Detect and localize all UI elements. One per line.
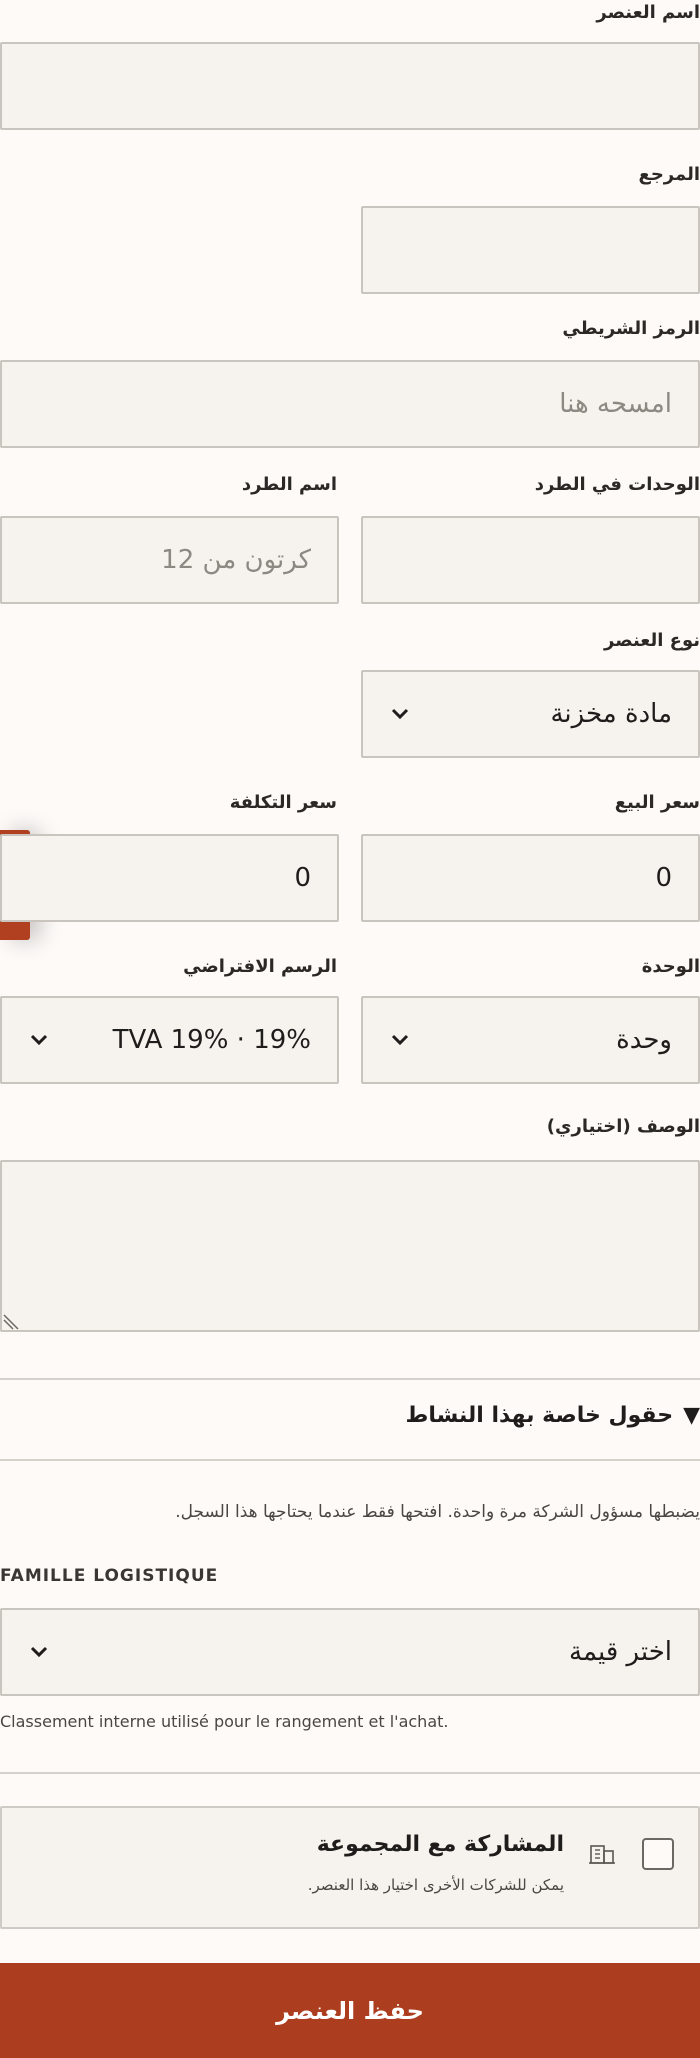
chevron-down-icon xyxy=(28,1029,50,1051)
resize-handle-icon[interactable] xyxy=(3,1314,19,1330)
item-type-label: نوع العنصر xyxy=(604,630,700,651)
barcode-label: الرمز الشريطي xyxy=(562,318,700,339)
famille-select[interactable]: اختر قيمة xyxy=(0,1608,700,1696)
reference-input[interactable] xyxy=(361,206,700,294)
sale-price-input[interactable]: 0 xyxy=(361,834,700,922)
cost-price-input[interactable]: 0 xyxy=(0,834,339,922)
unit-value: وحدة xyxy=(616,1025,672,1055)
activity-section-title: حقول خاصة بهذا النشاط xyxy=(405,1403,674,1428)
share-divider xyxy=(0,1772,700,1774)
famille-label: FAMILLE LOGISTIQUE xyxy=(0,1566,219,1586)
unit-select[interactable]: وحدة xyxy=(361,996,700,1084)
item-type-value: مادة مخزنة xyxy=(550,699,672,729)
item-name-input[interactable] xyxy=(0,42,700,130)
units-per-package-label: الوحدات في الطرد xyxy=(534,474,700,495)
share-subtitle: يمكن للشركات الأخرى اختيار هذا العنصر. xyxy=(307,1876,564,1894)
package-name-label: اسم الطرد xyxy=(241,474,337,495)
sale-price-value: 0 xyxy=(655,863,672,893)
default-tax-select[interactable]: TVA 19% · 19% xyxy=(0,996,339,1084)
building-icon xyxy=(588,1838,616,1866)
item-type-select[interactable]: مادة مخزنة xyxy=(361,670,700,758)
section-divider-bottom xyxy=(0,1459,700,1461)
chevron-down-icon xyxy=(389,703,411,725)
default-tax-label: الرسم الافتراضي xyxy=(183,956,337,977)
item-name-label: اسم العنصر xyxy=(596,2,700,23)
description-label: الوصف (اختياري) xyxy=(546,1116,700,1137)
share-title: المشاركة مع المجموعة xyxy=(316,1832,564,1857)
package-name-placeholder: كرتون من 12 xyxy=(161,545,311,575)
unit-label: الوحدة xyxy=(641,956,700,977)
chevron-down-icon xyxy=(389,1029,411,1051)
triangle-down-icon: ▼ xyxy=(683,1403,700,1428)
section-divider-top xyxy=(0,1378,700,1380)
reference-label: المرجع xyxy=(638,164,700,185)
activity-section-toggle[interactable]: ▼ حقول خاصة بهذا النشاط xyxy=(406,1403,700,1428)
barcode-input[interactable]: امسحه هنا xyxy=(0,360,700,448)
activity-help-text: يضبطها مسؤول الشركة مرة واحدة. افتحها فق… xyxy=(175,1502,700,1522)
famille-hint: Classement interne utilisé pour le range… xyxy=(0,1712,449,1731)
cost-price-value: 0 xyxy=(294,863,311,893)
save-item-button[interactable]: حفظ العنصر xyxy=(0,1963,700,2058)
famille-value: اختر قيمة xyxy=(569,1637,672,1667)
package-name-input[interactable]: كرتون من 12 xyxy=(0,516,339,604)
share-card: المشاركة مع المجموعة يمكن للشركات الأخرى… xyxy=(0,1806,700,1929)
share-checkbox[interactable] xyxy=(642,1838,674,1870)
barcode-placeholder: امسحه هنا xyxy=(559,389,672,419)
sale-price-label: سعر البيع xyxy=(614,792,700,813)
units-per-package-input[interactable] xyxy=(361,516,700,604)
description-textarea[interactable] xyxy=(0,1160,700,1332)
chevron-down-icon xyxy=(28,1641,50,1663)
cost-price-label: سعر التكلفة xyxy=(229,792,337,813)
default-tax-value: TVA 19% · 19% xyxy=(112,1025,311,1055)
